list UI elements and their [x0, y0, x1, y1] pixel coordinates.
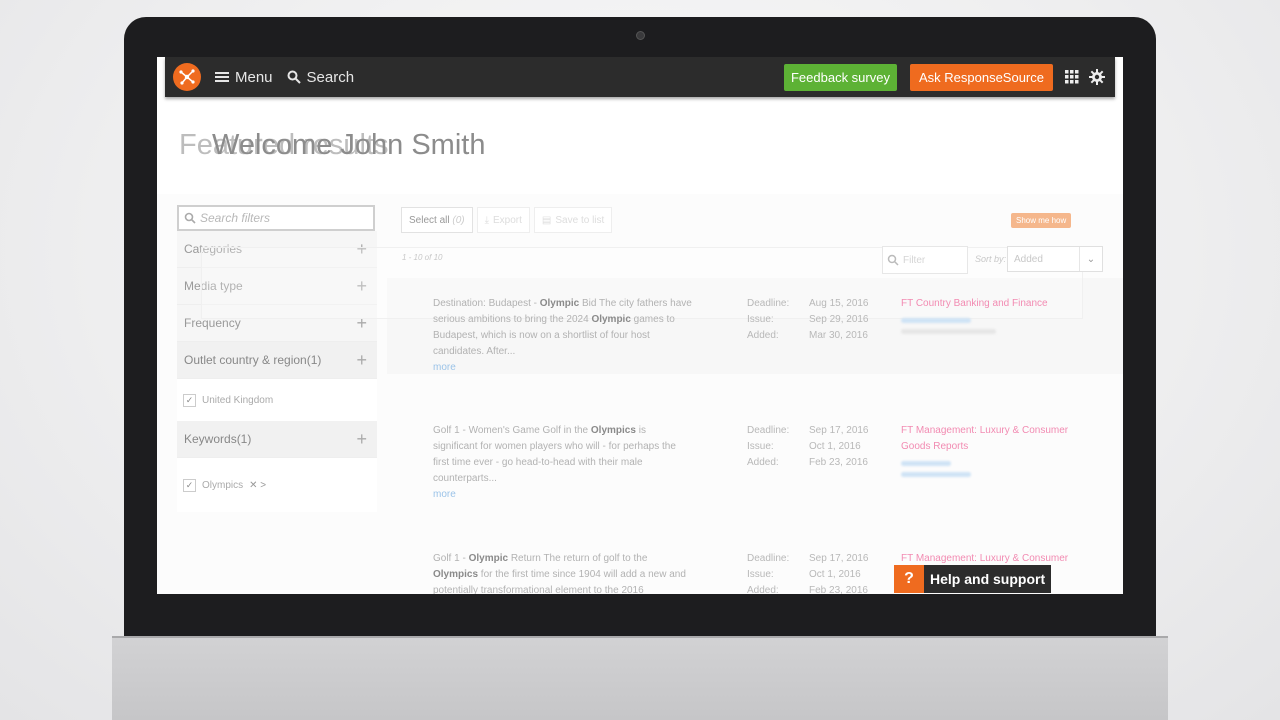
save-to-list-label: Save to list: [555, 214, 605, 226]
menu-label: Menu: [235, 68, 273, 86]
country-label: United Kingdom: [202, 394, 274, 406]
more-link[interactable]: more: [433, 487, 693, 503]
search-button[interactable]: Search: [287, 68, 355, 86]
help-and-support-button[interactable]: ? Help and support: [894, 565, 1052, 593]
ask-responsesource-button[interactable]: Ask ResponseSource: [909, 63, 1053, 91]
plus-icon: +: [356, 428, 367, 449]
feedback-survey-button[interactable]: Feedback survey: [783, 63, 897, 91]
blurred-contact-phone: [901, 329, 996, 334]
result-description: Golf 1 - Women's Game Golf in the Olympi…: [433, 423, 693, 503]
app-screen: Menu Search Feedback survey Ask Response…: [157, 57, 1123, 594]
search-filters-placeholder: Search filters: [200, 211, 271, 225]
select-count: (0): [452, 214, 465, 226]
download-icon: ⤓: [484, 214, 490, 226]
question-mark-icon: ?: [894, 565, 924, 593]
keyword-checkbox-row[interactable]: ✓ Olympics ✕ >: [177, 458, 377, 512]
sort-value: Added: [1014, 253, 1043, 265]
gear-icon[interactable]: [1089, 69, 1105, 85]
results-toolbar: Select all (0) ⤓ Export ▤ Save to list: [401, 207, 616, 233]
monitor-chin-edge: [112, 636, 1168, 638]
hamburger-icon: [215, 71, 229, 83]
blurred-contact-name: [901, 461, 951, 466]
top-navigation-bar: Menu Search Feedback survey Ask Response…: [165, 57, 1115, 97]
save-icon: ▤: [541, 214, 552, 226]
result-meta: Deadline: Aug 15, 2016 Issue: Sep 29, 2016…: [747, 298, 869, 341]
filter-outlet-country[interactable]: Outlet country & region(1) +: [177, 342, 377, 379]
result-meta: Deadline: Sep 17, 2016 Issue: Oct 1, 2016 …: [747, 553, 869, 594]
select-all-label: Select all: [409, 214, 450, 226]
blurred-contact-email: [901, 472, 971, 477]
checkbox-checked-icon[interactable]: ✓: [183, 393, 196, 407]
filter-label: Keywords(1): [184, 432, 252, 446]
network-logo-icon: [179, 69, 195, 85]
search-icon: [887, 254, 899, 266]
sort-select[interactable]: Added ⌄: [1007, 246, 1103, 272]
publication-link[interactable]: FT Country Banking and Finance: [901, 296, 1081, 334]
sort-by-label: Sort by:: [975, 254, 1007, 264]
show-me-how-button[interactable]: Show me how: [1011, 213, 1072, 228]
responsesource-logo[interactable]: [173, 63, 201, 91]
webcam-dot: [636, 31, 645, 40]
plus-icon: +: [356, 349, 367, 370]
keyword-label: Olympics: [202, 479, 244, 491]
filter-label: Outlet country & region(1): [184, 353, 322, 367]
apps-grid-icon[interactable]: [1065, 70, 1079, 84]
result-description: Destination: Budapest - Olympic Bid The …: [433, 296, 693, 376]
menu-button[interactable]: Menu: [215, 69, 273, 86]
checkbox-checked-icon[interactable]: ✓: [183, 478, 196, 492]
blurred-contact-email: [901, 318, 971, 323]
search-label: Search: [306, 68, 355, 86]
search-icon: [287, 70, 301, 84]
result-meta: Deadline: Sep 17, 2016 Issue: Oct 1, 2016 …: [747, 425, 869, 468]
more-link[interactable]: more: [433, 360, 693, 376]
export-label: Export: [493, 214, 522, 226]
publication-link[interactable]: FT Management: Luxury & Consumer Goods R…: [901, 423, 1081, 477]
search-icon: [184, 212, 196, 224]
export-button[interactable]: ⤓ Export: [476, 207, 530, 233]
remove-keyword-icon[interactable]: ✕ >: [249, 480, 266, 491]
country-checkbox-row[interactable]: ✓ United Kingdom: [177, 379, 377, 421]
filter-keywords[interactable]: Keywords(1) +: [177, 421, 377, 458]
results-filter-input[interactable]: Filter: [882, 246, 968, 274]
chevron-down-icon: ⌄: [1079, 247, 1102, 271]
result-description: Golf 1 - Olympic Return The return of go…: [433, 553, 686, 594]
search-filters-input[interactable]: Search filters: [177, 205, 375, 231]
filter-placeholder: Filter: [903, 254, 926, 266]
help-and-support-label: Help and support: [924, 565, 1052, 593]
select-all-button[interactable]: Select all (0): [401, 207, 473, 233]
welcome-heading: Welcome John Smith: [212, 129, 486, 161]
monitor-chin: [112, 636, 1168, 720]
save-to-list-button[interactable]: ▤ Save to list: [533, 207, 613, 233]
results-range: 1 - 10 of 10: [402, 253, 443, 262]
